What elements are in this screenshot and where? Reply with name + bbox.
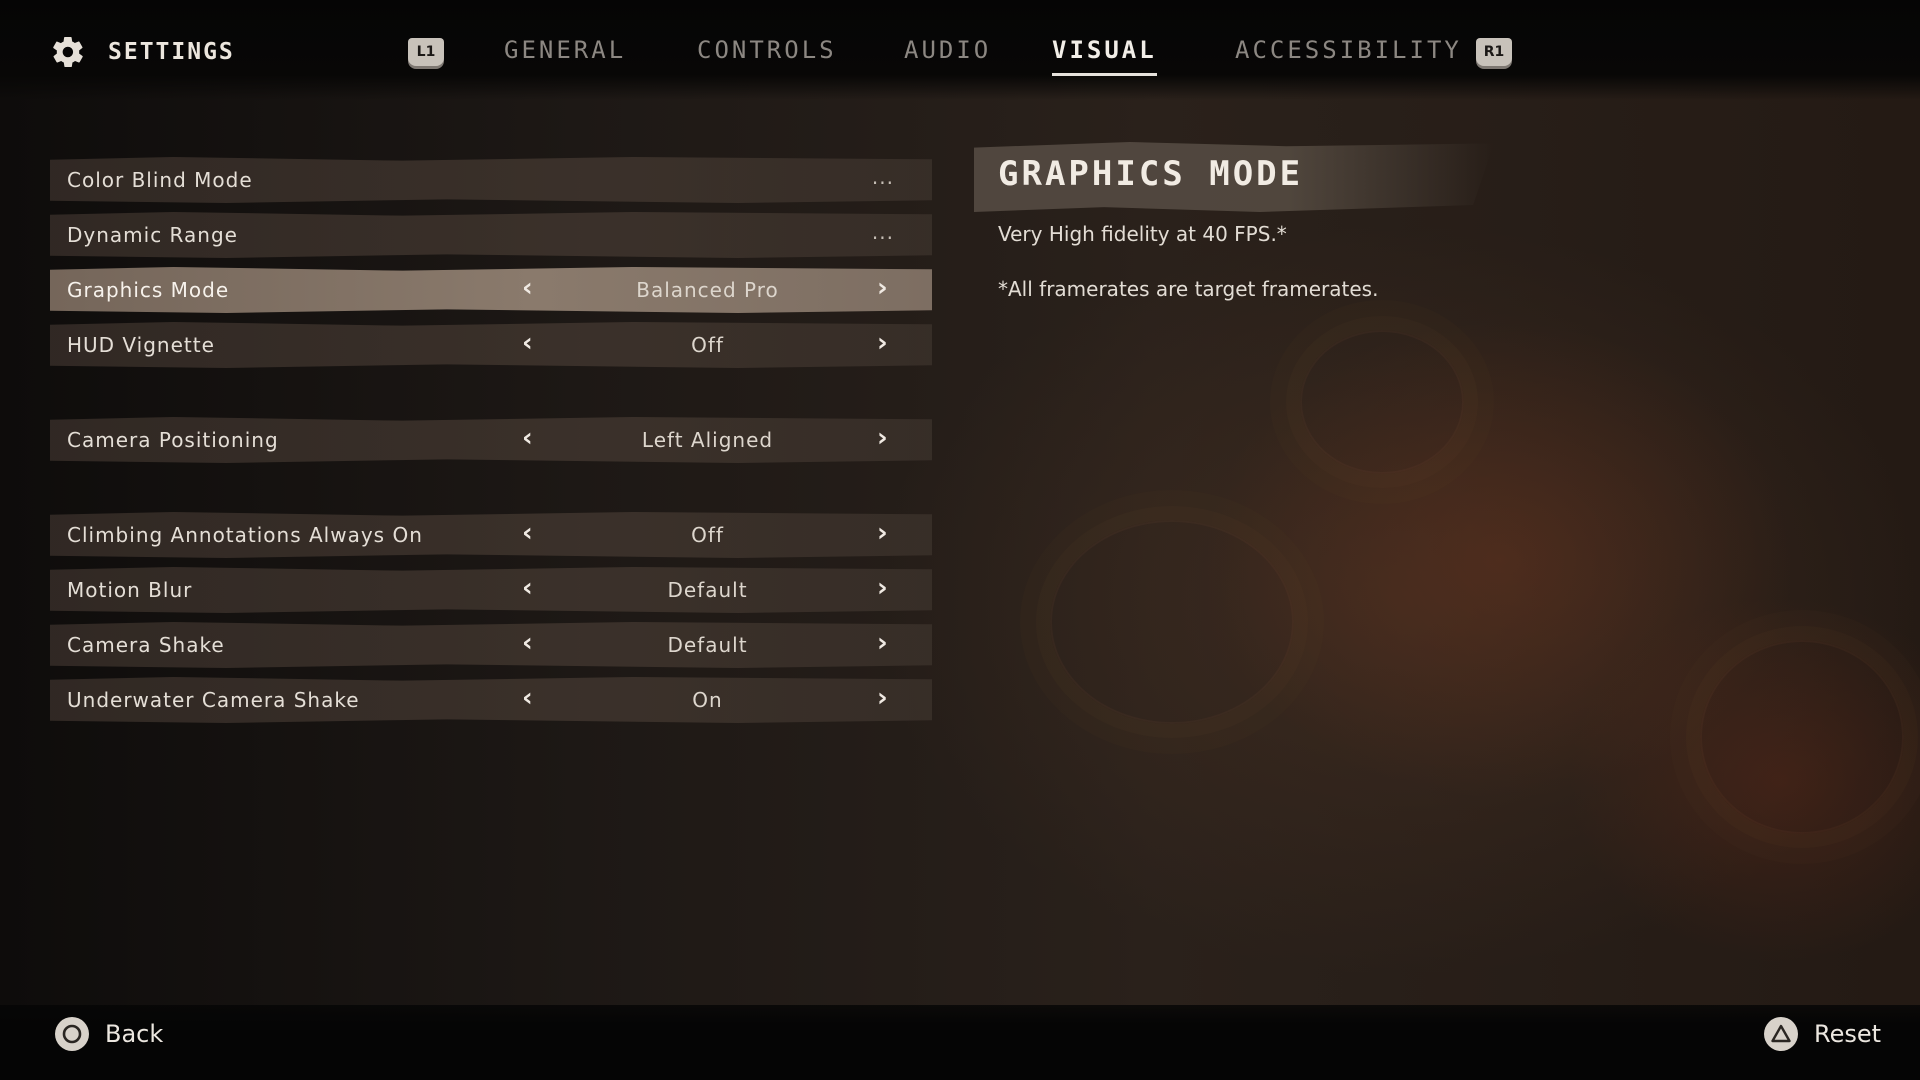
setting-value: Default: [667, 578, 748, 602]
tab-controls[interactable]: CONTROLS: [697, 36, 837, 64]
chevron-right-icon[interactable]: ›: [877, 328, 889, 358]
chevron-left-icon[interactable]: ‹: [522, 328, 534, 358]
setting-value: Left Aligned: [641, 428, 774, 452]
setting-climbing-annotations[interactable]: Climbing Annotations Always On ‹ Off ›: [50, 512, 932, 558]
setting-value: Off: [691, 333, 724, 357]
back-button[interactable]: Back: [55, 1017, 163, 1051]
submenu-ellipsis: ...: [871, 220, 894, 244]
bottom-bar: [0, 1005, 1920, 1080]
setting-label: Graphics Mode: [67, 278, 230, 302]
info-note: *All framerates are target framerates.: [998, 277, 1379, 301]
circle-button-icon: [55, 1017, 89, 1051]
info-description: Very High fidelity at 40 FPS.*: [998, 222, 1287, 246]
setting-graphics-mode[interactable]: Graphics Mode ‹ Balanced Pro ›: [50, 267, 932, 313]
chevron-left-icon[interactable]: ‹: [522, 683, 534, 713]
r1-button[interactable]: R1: [1476, 38, 1512, 66]
chevron-right-icon[interactable]: ›: [877, 273, 889, 303]
setting-color-blind-mode[interactable]: Color Blind Mode ...: [50, 157, 932, 203]
setting-label: Camera Shake: [67, 633, 225, 657]
chevron-left-icon[interactable]: ‹: [522, 628, 534, 658]
triangle-button-icon: [1764, 1017, 1798, 1051]
setting-value: Default: [667, 633, 748, 657]
setting-hud-vignette[interactable]: HUD Vignette ‹ Off ›: [50, 322, 932, 368]
tab-accessibility[interactable]: ACCESSIBILITY: [1235, 36, 1462, 64]
setting-value: Off: [691, 523, 724, 547]
chevron-right-icon[interactable]: ›: [877, 518, 889, 548]
tab-general[interactable]: GENERAL: [504, 36, 626, 64]
setting-underwater-camera-shake[interactable]: Underwater Camera Shake ‹ On ›: [50, 677, 932, 723]
background-swirl: [1300, 330, 1464, 474]
top-bar: SETTINGS L1 GENERAL CONTROLS AUDIO VISUA…: [0, 0, 1920, 100]
background-swirl: [1700, 640, 1904, 834]
l1-button[interactable]: L1: [408, 38, 444, 66]
chevron-left-icon[interactable]: ‹: [522, 423, 534, 453]
setting-label: Camera Positioning: [67, 428, 279, 452]
tab-visual[interactable]: VISUAL: [1052, 36, 1157, 76]
chevron-right-icon[interactable]: ›: [877, 628, 889, 658]
setting-label: Motion Blur: [67, 578, 193, 602]
info-title: GRAPHICS MODE: [998, 154, 1304, 194]
setting-label: Underwater Camera Shake: [67, 688, 360, 712]
setting-camera-positioning[interactable]: Camera Positioning ‹ Left Aligned ›: [50, 417, 932, 463]
setting-label: Color Blind Mode: [67, 168, 253, 192]
chevron-left-icon[interactable]: ‹: [522, 518, 534, 548]
setting-dynamic-range[interactable]: Dynamic Range ...: [50, 212, 932, 258]
back-label: Back: [105, 1020, 164, 1048]
tab-audio[interactable]: AUDIO: [904, 36, 991, 64]
chevron-right-icon[interactable]: ›: [877, 573, 889, 603]
reset-button[interactable]: Reset: [1764, 1017, 1881, 1051]
gear-icon: [53, 36, 83, 68]
reset-label: Reset: [1814, 1020, 1882, 1048]
setting-label: HUD Vignette: [67, 333, 215, 357]
setting-value: On: [692, 688, 723, 712]
chevron-right-icon[interactable]: ›: [877, 683, 889, 713]
background-swirl: [1050, 520, 1294, 724]
settings-title: SETTINGS: [108, 39, 235, 65]
setting-camera-shake[interactable]: Camera Shake ‹ Default ›: [50, 622, 932, 668]
setting-motion-blur[interactable]: Motion Blur ‹ Default ›: [50, 567, 932, 613]
setting-label: Dynamic Range: [67, 223, 238, 247]
setting-value: Balanced Pro: [636, 278, 779, 302]
chevron-left-icon[interactable]: ‹: [522, 573, 534, 603]
setting-label: Climbing Annotations Always On: [67, 523, 423, 547]
chevron-right-icon[interactable]: ›: [877, 423, 889, 453]
submenu-ellipsis: ...: [871, 165, 894, 189]
chevron-left-icon[interactable]: ‹: [522, 273, 534, 303]
settings-header: SETTINGS: [50, 30, 235, 74]
